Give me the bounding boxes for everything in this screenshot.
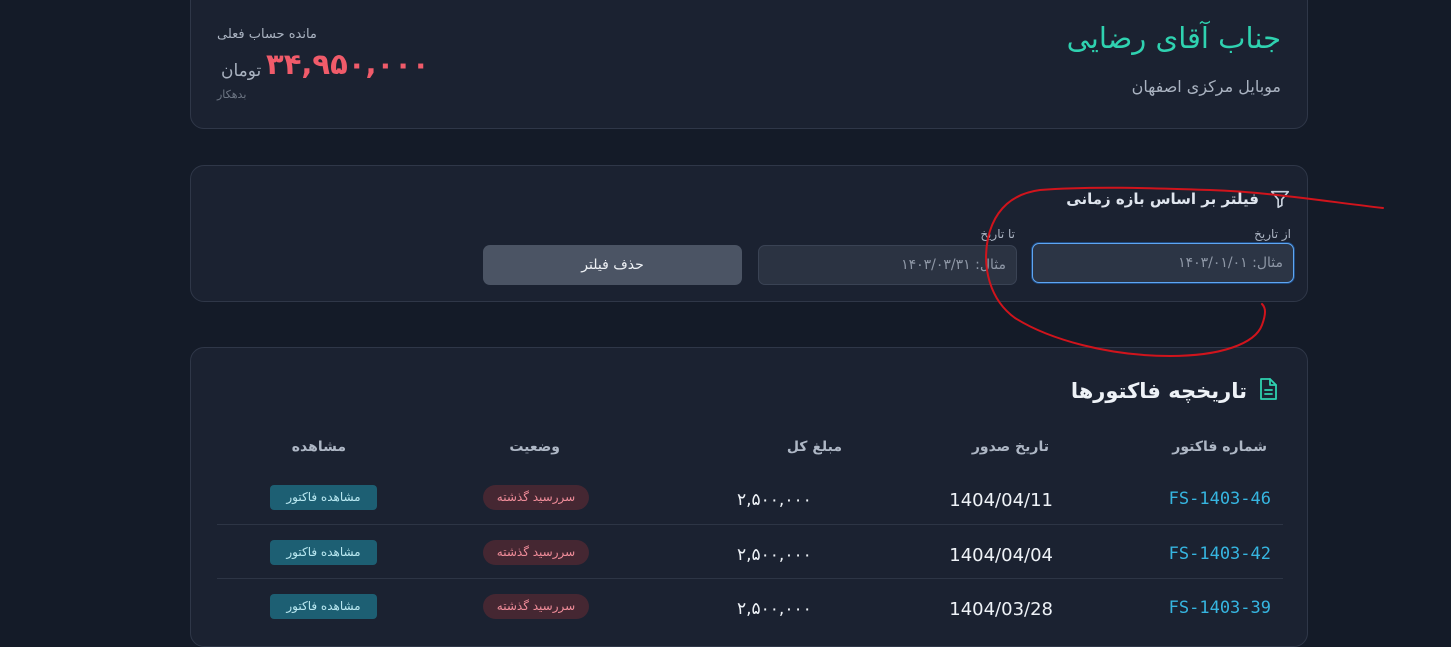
invoice-history-card: تاریخچه فاکتورها شماره فاکتور تاریخ صدور… [190,347,1308,647]
view-invoice-button[interactable]: مشاهده فاکتور [270,485,377,510]
to-date-input[interactable] [758,245,1017,285]
balance-label: مانده حساب فعلی [217,27,317,42]
column-header-view: مشاهده [291,439,346,455]
view-invoice-button[interactable]: مشاهده فاکتور [270,540,377,565]
from-date-label: از تاریخ [1254,227,1291,241]
invoice-date: 1404/03/28 [949,599,1053,620]
filter-title: فیلتر بر اساس بازه زمانی [1066,190,1259,208]
status-badge: سررسید گذشته [483,540,589,565]
table-row: FS-1403-39 1404/03/28 ۲,۵۰۰,۰۰۰ سررسید گ… [217,587,1283,641]
document-icon [1260,378,1277,400]
column-header-amount: مبلغ کل [786,439,842,455]
invoice-date: 1404/04/04 [949,545,1053,566]
customer-name: جناب آقای رضایی [1066,21,1281,55]
status-badge: سررسید گذشته [483,485,589,510]
customer-subtitle: موبایل مرکزی اصفهان [1131,77,1281,96]
clear-filter-button[interactable]: حذف فیلتر [483,245,742,285]
invoice-number[interactable]: FS-1403-39 [1169,598,1271,618]
filter-icon [1270,190,1290,209]
invoice-number[interactable]: FS-1403-42 [1169,544,1271,564]
row-divider [217,524,1283,525]
invoice-date: 1404/04/11 [949,490,1053,511]
status-badge: سررسید گذشته [483,594,589,619]
column-header-status: وضعیت [509,439,560,455]
view-invoice-button[interactable]: مشاهده فاکتور [270,594,377,619]
column-header-number: شماره فاکتور [1172,439,1267,455]
from-date-input[interactable] [1032,243,1294,283]
column-header-date: تاریخ صدور [971,439,1049,455]
invoice-number[interactable]: FS-1403-46 [1169,489,1271,509]
account-summary-card: جناب آقای رضایی موبایل مرکزی اصفهان ماند… [190,0,1308,129]
invoice-amount: ۲,۵۰۰,۰۰۰ [737,599,812,619]
invoice-history-title: تاریخچه فاکتورها [1070,379,1247,403]
date-filter-card: فیلتر بر اساس بازه زمانی از تاریخ تا تار… [190,165,1308,302]
invoice-amount: ۲,۵۰۰,۰۰۰ [737,490,812,510]
invoice-amount: ۲,۵۰۰,۰۰۰ [737,545,812,565]
balance-currency: تومان [221,61,262,81]
balance-status: بدهکار [217,88,247,101]
row-divider [217,578,1283,579]
to-date-label: تا تاریخ [980,227,1015,241]
balance-amount: ۳۴,۹۵۰,۰۰۰ [266,47,430,81]
